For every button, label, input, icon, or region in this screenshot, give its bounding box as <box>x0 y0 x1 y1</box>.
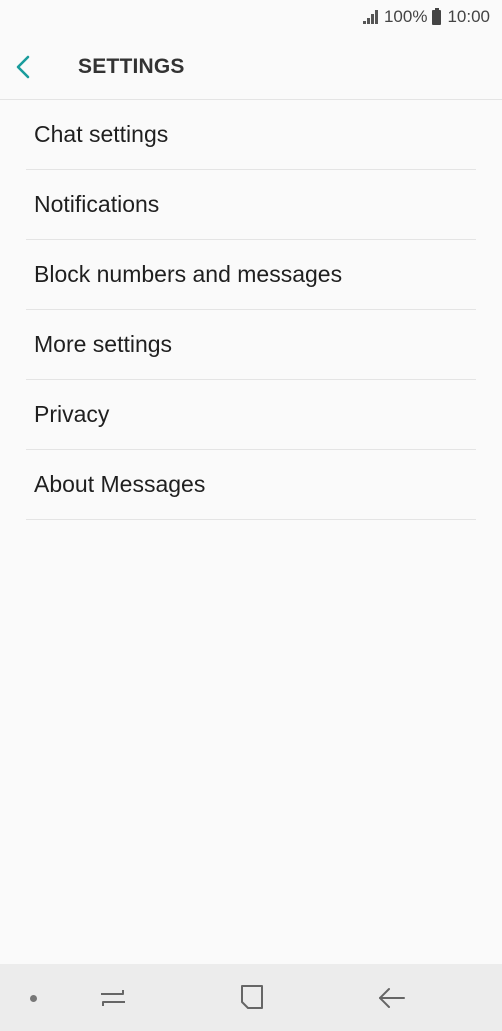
back-arrow-icon <box>379 988 405 1008</box>
menu-item-about-messages[interactable]: About Messages <box>26 450 476 520</box>
settings-menu: Chat settings Notifications Block number… <box>26 100 476 520</box>
back-button[interactable] <box>14 42 64 92</box>
back-nav-button[interactable] <box>374 980 410 1016</box>
battery-percent: 100% <box>383 7 428 26</box>
nav-dot-icon <box>30 995 37 1002</box>
menu-item-notifications[interactable]: Notifications <box>26 170 476 240</box>
page-title: SETTINGS <box>78 54 185 78</box>
navigation-bar <box>0 964 502 1031</box>
battery-icon <box>432 7 442 25</box>
menu-item-chat-settings[interactable]: Chat settings <box>26 100 476 170</box>
menu-item-label: Privacy <box>34 401 110 427</box>
menu-item-label: Chat settings <box>34 121 169 147</box>
home-icon <box>241 985 263 1009</box>
menu-item-more-settings[interactable]: More settings <box>26 310 476 380</box>
menu-item-label: About Messages <box>34 471 206 497</box>
recents-icon <box>101 990 125 1006</box>
menu-item-label: Block numbers and messages <box>34 261 343 287</box>
chevron-left-icon <box>16 55 30 78</box>
menu-item-label: More settings <box>34 331 173 357</box>
app-bar: SETTINGS <box>0 34 502 100</box>
menu-item-label: Notifications <box>34 191 160 217</box>
recents-button[interactable] <box>95 980 131 1016</box>
status-bar: 100% 10:00 <box>0 0 502 34</box>
signal-icon <box>363 10 378 24</box>
menu-item-block-numbers[interactable]: Block numbers and messages <box>26 240 476 310</box>
home-button[interactable] <box>234 980 270 1016</box>
menu-item-privacy[interactable]: Privacy <box>26 380 476 450</box>
clock: 10:00 <box>447 7 490 26</box>
